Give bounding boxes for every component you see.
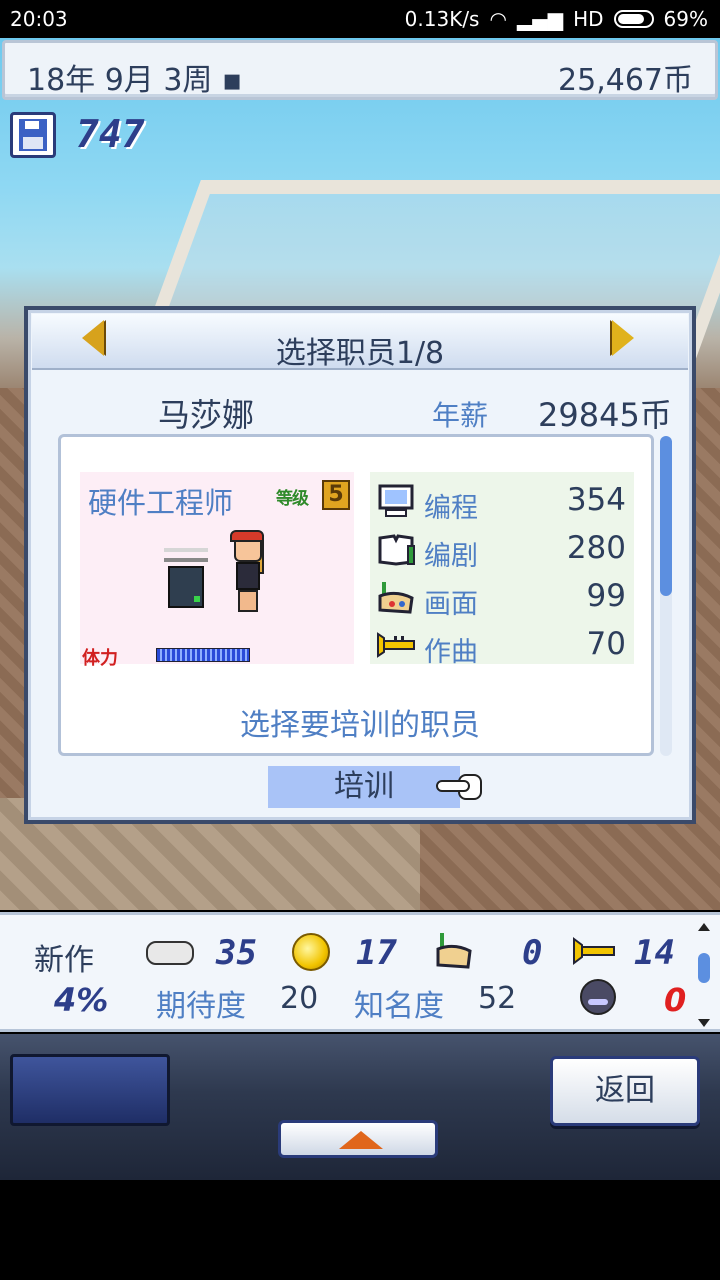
pointing-hand-icon xyxy=(436,772,484,802)
creativity-value: 17 xyxy=(356,933,397,973)
staff-name: 马莎娜 xyxy=(158,396,255,434)
salary-value: 29845币 xyxy=(538,396,672,434)
gamepad-icon xyxy=(146,941,194,965)
computer-icon xyxy=(378,484,414,517)
stamina-bar xyxy=(156,648,250,662)
stat-row-programming: 编程 354 xyxy=(370,478,634,524)
trumpet-icon xyxy=(573,937,615,965)
save-icon[interactable] xyxy=(10,112,56,158)
train-prompt: 选择要培训的职员 xyxy=(240,708,480,743)
panel-scrollbar[interactable] xyxy=(696,923,712,1027)
status-bar: 20:03 0.13K/s ◠ ▂▄▆ HD 69% xyxy=(0,0,720,38)
graphics-value: 0 xyxy=(522,933,543,973)
battery-percent: 69% xyxy=(663,7,708,31)
letterbox xyxy=(0,1180,720,1280)
salary-label: 年薪 xyxy=(432,399,489,432)
status-time: 20:03 xyxy=(10,7,68,31)
stat-value: 99 xyxy=(586,578,626,614)
save-count: 747 xyxy=(76,112,145,156)
stat-value: 280 xyxy=(566,530,626,566)
coin-icon xyxy=(292,933,330,971)
status-right: 0.13K/s ◠ ▂▄▆ HD 69% xyxy=(405,7,708,31)
dialog-title: 选择职员1/8 xyxy=(275,336,445,371)
stamina-label: 体力 xyxy=(82,648,118,669)
scroll-down-icon[interactable] xyxy=(698,1019,710,1027)
expectation-label: 期待度 xyxy=(156,989,246,1024)
stat-value: 354 xyxy=(566,482,626,518)
paint-icon xyxy=(436,933,472,969)
new-work-label: 新作 xyxy=(34,943,94,978)
hd-label: HD xyxy=(573,7,604,31)
level-badge: 5 xyxy=(322,480,350,510)
stat-value: 70 xyxy=(586,626,626,662)
stat-name: 编程 xyxy=(424,493,478,524)
select-staff-dialog: 选择职员1/8 马莎娜 年薪 29845币 硬件工程师 等级 5 体力 编程 3… xyxy=(24,306,696,824)
scroll-thumb[interactable] xyxy=(698,953,710,983)
trumpet-icon xyxy=(377,632,415,658)
battery-icon xyxy=(613,10,654,28)
fun-value: 35 xyxy=(216,933,257,973)
job-title: 硬件工程师 xyxy=(88,486,234,520)
fame-value: 52 xyxy=(478,981,517,1016)
next-arrow-icon[interactable] xyxy=(612,320,634,356)
stat-name: 作曲 xyxy=(424,637,478,668)
bug-count: 0 xyxy=(664,981,687,1019)
staff-portrait-panel[interactable]: 硬件工程师 等级 5 体力 xyxy=(80,472,354,669)
game-date: 18年 9月 3周 ▪ xyxy=(27,63,243,98)
staff-stats-panel: 编程 354 编剧 280 画面 99 作曲 70 xyxy=(370,472,634,668)
menu-slot[interactable] xyxy=(10,1054,170,1126)
expectation-value: 20 xyxy=(280,981,319,1016)
pc-sprite-icon xyxy=(164,548,208,608)
stat-row-graphics: 画面 99 xyxy=(370,574,634,620)
stat-name: 画面 xyxy=(424,589,478,620)
bottom-nav: 返回 xyxy=(0,1034,720,1180)
fame-label: 知名度 xyxy=(354,989,444,1024)
book-icon xyxy=(378,534,415,566)
stat-row-scenario: 编剧 280 xyxy=(370,526,634,572)
signal-icon: ▂▄▆ xyxy=(516,7,564,31)
back-button[interactable]: 返回 xyxy=(550,1056,700,1126)
money-display: 25,467币 xyxy=(558,63,693,98)
arrow-up-icon xyxy=(339,1131,383,1149)
stat-name: 编剧 xyxy=(424,541,478,572)
sound-value: 14 xyxy=(634,933,675,973)
train-button[interactable]: 培训 xyxy=(268,766,460,808)
staff-sprite xyxy=(228,530,268,616)
level-label: 等级 xyxy=(276,489,309,509)
progress-percent: 4% xyxy=(54,981,109,1019)
dialog-header: 选择职员1/8 xyxy=(32,314,688,371)
project-status-panel: 新作 4% 35 17 0 14 期待度 20 知名度 52 0 xyxy=(0,912,720,1032)
bug-icon xyxy=(580,979,616,1015)
stat-row-sound: 作曲 70 xyxy=(370,622,634,668)
wifi-icon: ◠ xyxy=(489,7,507,31)
game-screen: 20:03 0.13K/s ◠ ▂▄▆ HD 69% 18年 9月 3周 ▪ 2… xyxy=(0,0,720,1280)
scroll-up-icon[interactable] xyxy=(698,923,710,931)
top-info-bar: 18年 9月 3周 ▪ 25,467币 xyxy=(2,40,718,100)
network-speed: 0.13K/s xyxy=(404,7,480,31)
expand-button[interactable] xyxy=(278,1120,438,1158)
card-scroll-thumb[interactable] xyxy=(660,436,672,596)
paint-icon xyxy=(378,582,414,614)
